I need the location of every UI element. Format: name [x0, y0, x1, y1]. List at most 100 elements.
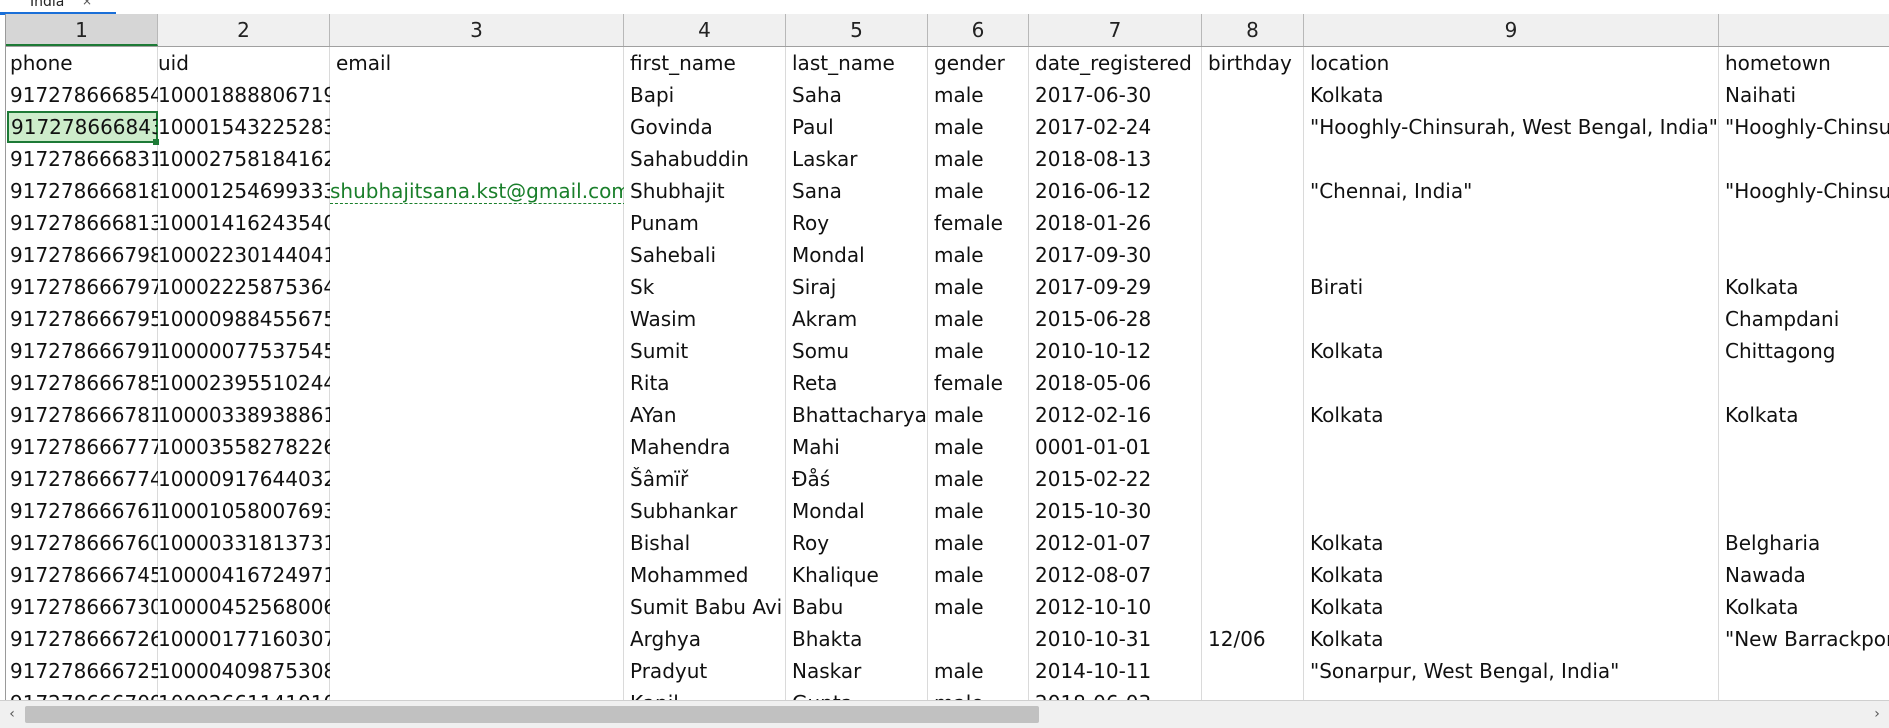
table-cell[interactable]: male	[928, 431, 1029, 463]
table-cell[interactable]: male	[928, 111, 1029, 143]
table-cell[interactable]: male	[928, 559, 1029, 591]
table-cell[interactable]	[1202, 271, 1304, 303]
table-cell[interactable]: 2018-08-13	[1029, 143, 1202, 175]
table-cell[interactable]: 2018-05-06	[1029, 367, 1202, 399]
column-header-9[interactable]: 9	[1304, 14, 1719, 46]
table-cell[interactable]	[1719, 655, 1889, 687]
table-cell[interactable]	[1202, 79, 1304, 111]
table-cell[interactable]: 917278666785	[6, 367, 158, 399]
table-cell[interactable]: Kolkata	[1304, 335, 1719, 367]
table-cell[interactable]: 2015-06-28	[1029, 303, 1202, 335]
table-cell[interactable]: Naskar	[786, 655, 928, 687]
table-cell[interactable]	[330, 591, 624, 623]
table-cell[interactable]: Kapil	[624, 687, 786, 700]
table-cell[interactable]: Mondal	[786, 239, 928, 271]
table-cell[interactable]	[330, 431, 624, 463]
table-cell[interactable]: 100026611410105	[158, 687, 330, 700]
table-cell[interactable]: 2014-10-11	[1029, 655, 1202, 687]
table-cell[interactable]: Šâmïř	[624, 463, 786, 495]
table-cell[interactable]: 917278666777	[6, 431, 158, 463]
table-cell[interactable]: 0001-01-01	[1029, 431, 1202, 463]
table-cell[interactable]: 100010580076930	[158, 495, 330, 527]
header-cell-phone[interactable]: phone	[6, 47, 158, 79]
fill-handle[interactable]	[153, 139, 159, 145]
table-cell[interactable]: Birati	[1304, 271, 1719, 303]
table-cell[interactable]	[1304, 367, 1719, 399]
header-cell-uid[interactable]: uid	[158, 47, 330, 79]
table-cell[interactable]	[1202, 367, 1304, 399]
table-cell[interactable]: Champdani	[1719, 303, 1889, 335]
table-cell[interactable]: 917278666797	[6, 271, 158, 303]
table-cell[interactable]	[330, 687, 624, 700]
table-cell[interactable]	[1719, 143, 1889, 175]
table-cell[interactable]: 2017-09-30	[1029, 239, 1202, 271]
table-cell[interactable]: 2015-10-30	[1029, 495, 1202, 527]
table-cell[interactable]: Bapi	[624, 79, 786, 111]
column-header-empty[interactable]	[1719, 14, 1889, 46]
table-cell[interactable]	[330, 143, 624, 175]
column-header-3[interactable]: 3	[330, 14, 624, 46]
table-cell[interactable]: Mohammed	[624, 559, 786, 591]
table-cell[interactable]: 917278666760	[6, 527, 158, 559]
table-cell[interactable]: male	[928, 303, 1029, 335]
table-cell[interactable]: 100004167249711	[158, 559, 330, 591]
table-cell[interactable]: Somu	[786, 335, 928, 367]
table-cell[interactable]: 917278666781	[6, 399, 158, 431]
table-cell[interactable]	[330, 559, 624, 591]
table-cell[interactable]	[1304, 687, 1719, 700]
table-cell[interactable]	[1304, 495, 1719, 527]
table-cell[interactable]	[330, 655, 624, 687]
table-cell[interactable]: male	[928, 687, 1029, 700]
table-cell[interactable]: Bhattacharya	[786, 399, 928, 431]
table-cell[interactable]: 100022258753649	[158, 271, 330, 303]
table-cell[interactable]: 2017-02-24	[1029, 111, 1202, 143]
table-cell[interactable]: 2012-02-16	[1029, 399, 1202, 431]
table-cell[interactable]	[330, 495, 624, 527]
active-cell-value[interactable]: 917278666843	[7, 111, 157, 143]
table-cell[interactable]: male	[928, 79, 1029, 111]
table-cell[interactable]: 917278666761	[6, 495, 158, 527]
table-cell[interactable]	[1202, 111, 1304, 143]
table-cell[interactable]: female	[928, 367, 1029, 399]
table-cell[interactable]	[330, 207, 624, 239]
table-cell[interactable]: 917278666831	[6, 143, 158, 175]
table-cell[interactable]: 100009176440325	[158, 463, 330, 495]
table-cell[interactable]: 2015-02-22	[1029, 463, 1202, 495]
table-cell[interactable]: Mahi	[786, 431, 928, 463]
table-cell[interactable]	[1304, 463, 1719, 495]
column-header-8[interactable]: 8	[1202, 14, 1304, 46]
table-cell[interactable]: shubhajitsana.kst@gmail.com	[330, 175, 624, 207]
table-cell[interactable]	[1202, 559, 1304, 591]
table-cell[interactable]: 917278666813	[6, 207, 158, 239]
table-cell[interactable]	[1202, 335, 1304, 367]
column-header-2[interactable]: 2	[158, 14, 330, 46]
table-cell[interactable]: 917278666818	[6, 175, 158, 207]
table-cell[interactable]: 2010-10-31	[1029, 623, 1202, 655]
table-cell[interactable]: 100035582782260	[158, 431, 330, 463]
table-cell[interactable]: Shubhajit	[624, 175, 786, 207]
table-cell[interactable]	[330, 303, 624, 335]
column-header-5[interactable]: 5	[786, 14, 928, 46]
table-cell[interactable]	[928, 623, 1029, 655]
table-cell[interactable]: 917278666725	[6, 655, 158, 687]
table-cell[interactable]: male	[928, 527, 1029, 559]
close-icon[interactable]: ×	[82, 0, 92, 8]
table-cell[interactable]	[1202, 463, 1304, 495]
header-cell-birthday[interactable]: birthday	[1202, 47, 1304, 79]
table-cell[interactable]	[330, 527, 624, 559]
table-cell[interactable]: 2012-10-10	[1029, 591, 1202, 623]
table-cell[interactable]: Nawada	[1719, 559, 1889, 591]
table-cell[interactable]	[1202, 431, 1304, 463]
column-header-4[interactable]: 4	[624, 14, 786, 46]
table-cell[interactable]: Reta	[786, 367, 928, 399]
table-cell[interactable]: Bishal	[624, 527, 786, 559]
table-cell[interactable]: 2016-06-12	[1029, 175, 1202, 207]
table-cell[interactable]: 100009884556753	[158, 303, 330, 335]
header-cell-email[interactable]: email	[330, 47, 624, 79]
table-cell[interactable]: 917278666854	[6, 79, 158, 111]
table-cell[interactable]: 917278666745	[6, 559, 158, 591]
table-cell[interactable]: 2018-06-03	[1029, 687, 1202, 700]
header-cell-location[interactable]: location	[1304, 47, 1719, 79]
table-cell[interactable]: 100004098753084	[158, 655, 330, 687]
table-cell[interactable]: 100018888067191	[158, 79, 330, 111]
